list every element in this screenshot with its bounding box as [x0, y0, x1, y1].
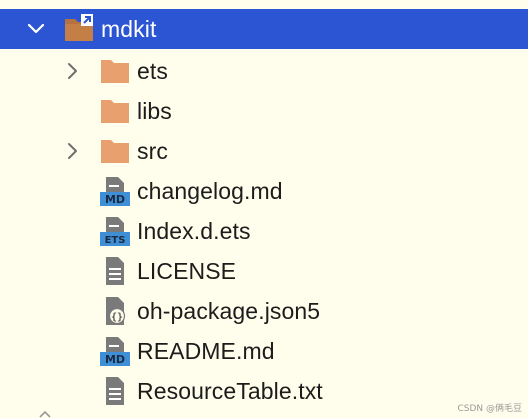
next-row-fragment: [39, 410, 51, 418]
tree-row-label: LICENSE: [137, 257, 237, 284]
tree-row-index[interactable]: ETS Index.d.ets: [0, 211, 528, 251]
tree-row-src[interactable]: src: [0, 131, 528, 171]
tree-row-label: libs: [137, 97, 172, 124]
tree-row-label: src: [137, 137, 168, 164]
svg-text:ETS: ETS: [105, 235, 126, 246]
tree-row-ets[interactable]: ets: [0, 51, 528, 91]
module-folder-icon: [64, 13, 94, 43]
tree-row-label: README.md: [137, 337, 275, 364]
tree-row-readme[interactable]: MD README.md: [0, 331, 528, 371]
tree-row-label: mdkit: [101, 15, 157, 42]
project-tree: mdkit ets libs src MD changelog.md ETS I…: [0, 0, 528, 418]
tree-row-libs[interactable]: libs: [0, 91, 528, 131]
tree-row-label: ResourceTable.txt: [137, 377, 323, 404]
text-file-icon: [100, 376, 130, 406]
ets-file-icon: ETS: [100, 216, 130, 246]
previous-row-fragment: [130, 0, 180, 2]
tree-row-changelog[interactable]: MD changelog.md: [0, 171, 528, 211]
chevron-down-icon[interactable]: [27, 20, 45, 38]
json-file-icon: {}: [100, 296, 130, 326]
tree-row-label: ets: [137, 57, 168, 84]
tree-row-label: oh-package.json5: [137, 297, 321, 324]
chevron-right-icon[interactable]: [63, 62, 81, 80]
folder-icon: [100, 56, 130, 86]
svg-text:MD: MD: [105, 193, 125, 206]
markdown-file-icon: MD: [100, 336, 130, 366]
markdown-file-icon: MD: [100, 176, 130, 206]
svg-text:MD: MD: [105, 353, 125, 366]
tree-row-license[interactable]: LICENSE: [0, 251, 528, 291]
tree-row-label: changelog.md: [137, 177, 283, 204]
chevron-right-icon[interactable]: [63, 142, 81, 160]
folder-icon: [100, 96, 130, 126]
tree-row-mdkit[interactable]: mdkit: [0, 9, 528, 49]
tree-row-label: Index.d.ets: [137, 217, 251, 244]
svg-text:{}: {}: [111, 312, 123, 323]
tree-row-oh-package[interactable]: {} oh-package.json5: [0, 291, 528, 331]
watermark: CSDN @俩毛豆: [457, 404, 522, 414]
tree-row-resourcetable[interactable]: ResourceTable.txt: [0, 371, 528, 411]
folder-icon: [100, 136, 130, 166]
text-file-icon: [100, 256, 130, 286]
